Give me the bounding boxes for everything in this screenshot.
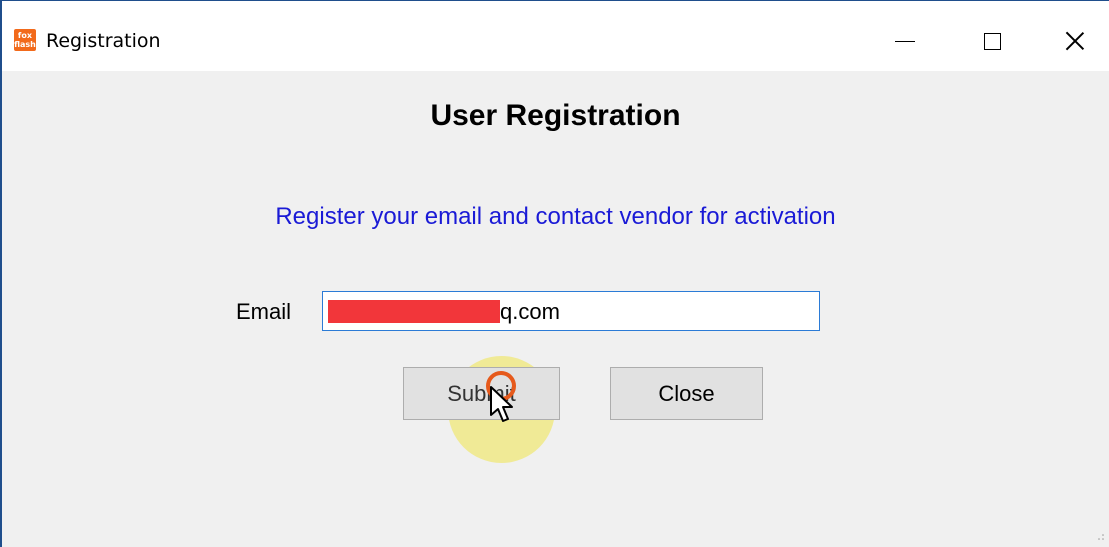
mouse-pointer-icon <box>490 386 513 422</box>
app-icon: fox flash <box>14 29 36 51</box>
minimize-icon <box>895 40 915 42</box>
email-label: Email <box>236 299 292 324</box>
window-title: Registration <box>46 30 161 52</box>
close-window-button[interactable] <box>1030 11 1109 71</box>
redaction-block <box>328 300 500 323</box>
title-bar[interactable]: fox flash Registration <box>2 1 1109 71</box>
page-title: User Registration <box>430 99 681 132</box>
email-value: q.com <box>500 299 560 324</box>
instruction-text: Register your email and contact vendor f… <box>275 203 836 230</box>
resize-grip-icon[interactable] <box>1097 533 1105 541</box>
close-icon <box>1065 31 1085 51</box>
email-field[interactable]: q.com <box>322 291 820 331</box>
maximize-button[interactable] <box>947 11 1037 71</box>
submit-button[interactable]: Submit <box>403 367 560 420</box>
close-button[interactable]: Close <box>610 367 763 420</box>
registration-window: fox flash Registration User Registration… <box>0 0 1109 547</box>
maximize-icon <box>983 32 1001 50</box>
minimize-button[interactable] <box>860 11 950 71</box>
